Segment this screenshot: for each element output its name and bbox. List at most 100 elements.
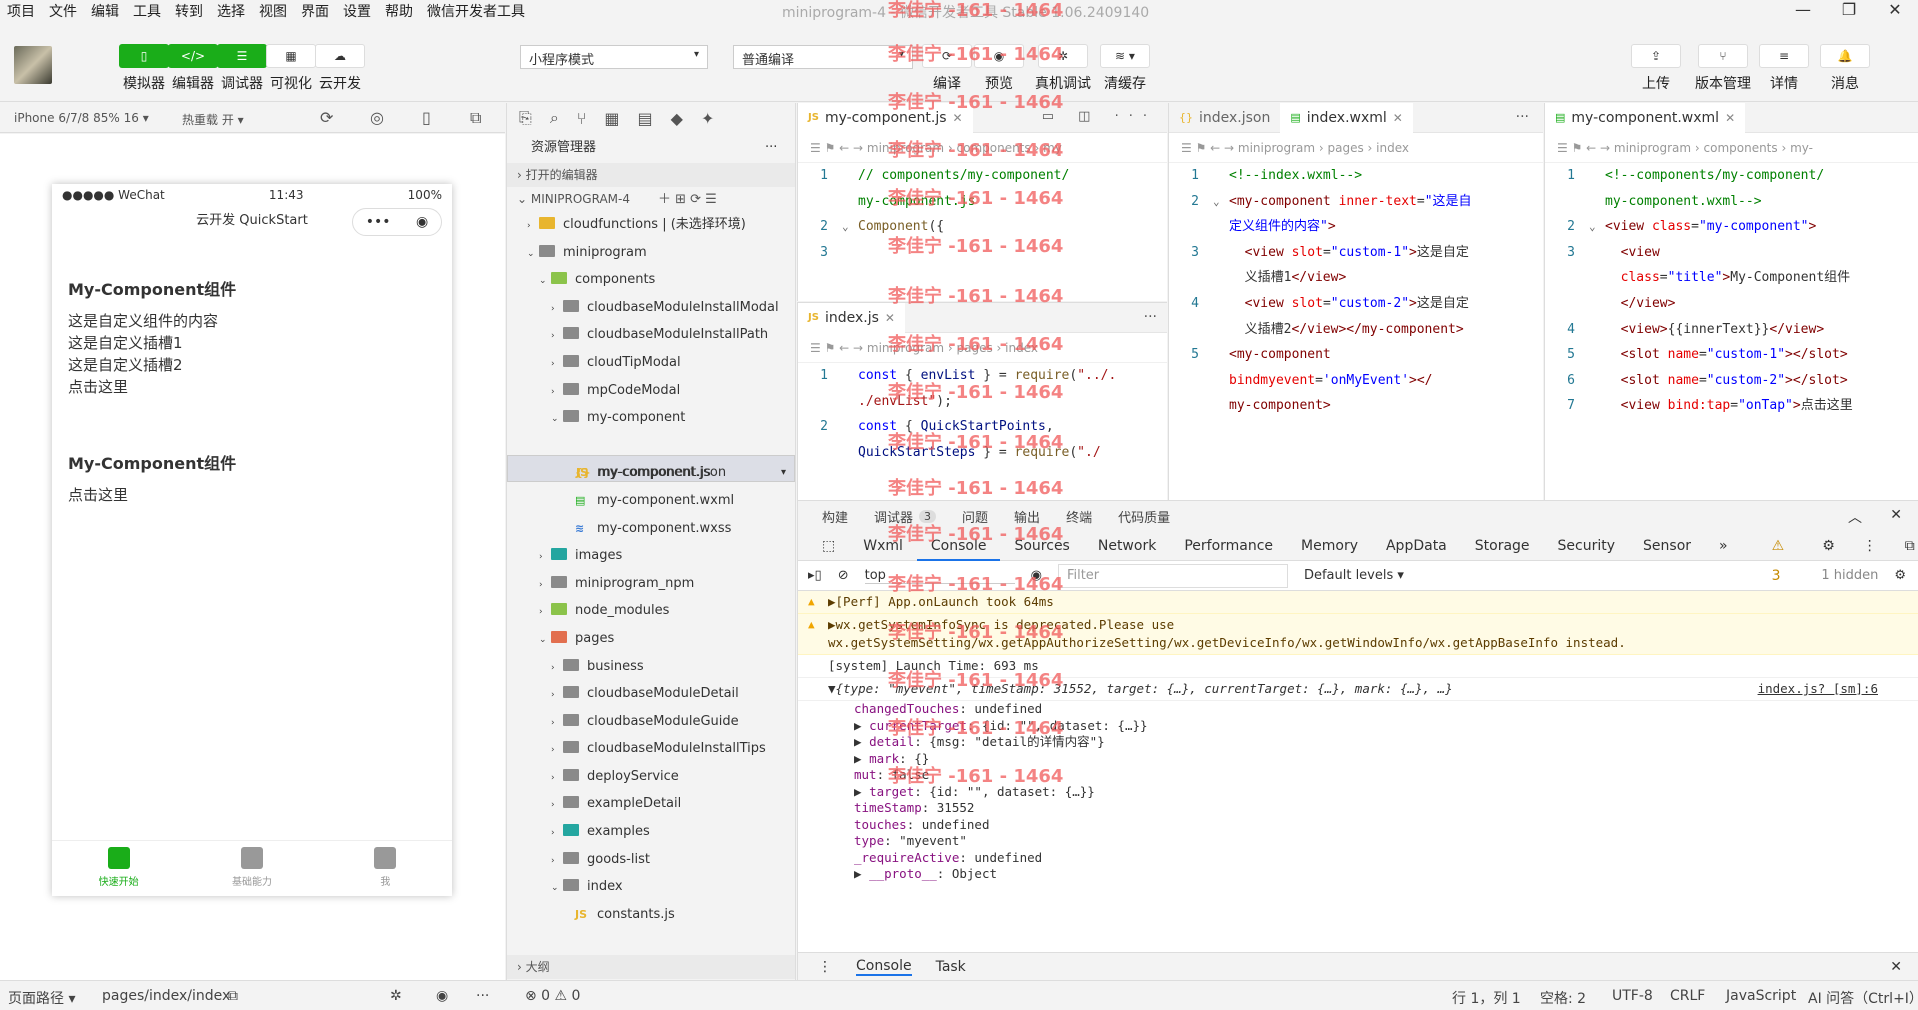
source-link[interactable]: index.js? [sm]:6 bbox=[1758, 680, 1878, 698]
cursor-position[interactable]: 行 1，列 1 bbox=[1452, 988, 1521, 1008]
code-line[interactable]: 3 bbox=[798, 240, 1167, 266]
warning-count[interactable]: ⚠ 3 bbox=[1758, 531, 1799, 584]
code-area[interactable]: 1 <!--components/my-component/my-componen… bbox=[1545, 163, 1918, 419]
tree-item[interactable]: › cloudbaseModuleInstallModal bbox=[507, 294, 795, 322]
code-line[interactable]: 5 <my-component bbox=[1169, 342, 1543, 368]
tree-item[interactable]: › cloudbaseModuleInstallPath bbox=[507, 321, 795, 349]
devtools-tab[interactable]: Console bbox=[916, 531, 1001, 561]
chevron-right-icon[interactable]: › bbox=[551, 710, 563, 737]
chevron-right-icon[interactable]: › bbox=[551, 765, 563, 792]
gear-icon[interactable]: ⚙ bbox=[1808, 531, 1849, 561]
clear-icon[interactable]: ⊘ bbox=[838, 568, 849, 583]
minimize-icon[interactable]: — bbox=[1780, 0, 1826, 19]
filter-input[interactable]: Filter bbox=[1057, 563, 1288, 588]
chevron-right-icon[interactable]: › bbox=[551, 848, 563, 875]
tree-item[interactable]: › deployService bbox=[507, 763, 795, 791]
message-button[interactable]: 🔔 消息 bbox=[1818, 44, 1872, 93]
tab-index-json[interactable]: {} index.json bbox=[1169, 103, 1280, 133]
chevron-down-icon[interactable]: ⌄ bbox=[539, 627, 551, 654]
tree-item[interactable]: ⌄ index bbox=[507, 873, 795, 901]
fold-icon[interactable]: ⌄ bbox=[1589, 214, 1605, 240]
debug-tab[interactable]: 输出 bbox=[1014, 507, 1040, 526]
debug-tab[interactable]: 问题 bbox=[962, 507, 988, 526]
console-object[interactable]: ▼{type: "myevent", timeStamp: 31552, tar… bbox=[798, 678, 1918, 701]
chevron-right-icon[interactable]: › bbox=[539, 599, 551, 626]
remote-debug-button[interactable]: ✲ 真机调试 bbox=[1033, 44, 1093, 93]
menu-item[interactable]: 帮助 bbox=[378, 1, 420, 21]
object-property[interactable]: ▶ detail: {msg: "detail的详情内容"} bbox=[798, 734, 1918, 751]
circle-close-icon[interactable]: ◉ bbox=[416, 207, 428, 237]
devtools-tab[interactable]: Security bbox=[1544, 531, 1630, 561]
object-property[interactable]: ▶ currentTarget: {id: "", dataset: {…}} bbox=[798, 718, 1918, 735]
tree-item[interactable]: › cloudbaseModuleGuide bbox=[507, 708, 795, 736]
code-line[interactable]: 2 ⌄ <my-component inner-text="这是自 bbox=[1169, 189, 1543, 215]
bottom-tab[interactable]: Console bbox=[856, 958, 912, 976]
object-property[interactable]: ▶ target: {id: "", dataset: {…}} bbox=[798, 784, 1918, 801]
sidebar-icon[interactable]: ▸▯ bbox=[808, 568, 822, 583]
detail-button[interactable]: ≡ 详情 bbox=[1757, 44, 1811, 93]
tree-item[interactable]: › cloudfunctions | (未选择环境) bbox=[507, 211, 795, 239]
language-mode[interactable]: JavaScript bbox=[1726, 988, 1796, 1004]
reload-icon[interactable]: ⟳ bbox=[320, 108, 333, 127]
tree-item[interactable]: › cloudbaseModuleDetail bbox=[507, 680, 795, 708]
device-select[interactable]: iPhone 6/7/8 85% 16 ▾ bbox=[14, 111, 149, 125]
search-icon[interactable]: ⌕ bbox=[550, 108, 559, 128]
storage-icon[interactable]: ▤ bbox=[638, 109, 653, 128]
content-line[interactable]: 点击这里 bbox=[68, 376, 436, 398]
chevron-down-icon[interactable]: ⌄ bbox=[527, 241, 539, 268]
stop-icon[interactable]: ◎ bbox=[370, 108, 384, 127]
tree-item[interactable]: ⌄ miniprogram bbox=[507, 239, 795, 267]
docker-icon[interactable]: ◆ bbox=[671, 109, 683, 128]
editor-actions[interactable]: ▭ ◫ ··· bbox=[1042, 109, 1157, 124]
chevron-down-icon[interactable]: ⌄ bbox=[551, 406, 563, 433]
code-line[interactable]: 3 <view bbox=[1545, 240, 1918, 266]
visual-button[interactable]: ▦ 可视化 bbox=[264, 44, 318, 93]
chevron-right-icon[interactable]: › bbox=[551, 792, 563, 819]
more-icon[interactable]: ··· bbox=[1144, 309, 1157, 325]
fold-icon[interactable]: ⌄ bbox=[842, 214, 858, 240]
clear-cache-button[interactable]: ≋ ▾ 清缓存 bbox=[1098, 44, 1152, 93]
code-line[interactable]: 4 <view>{{innerText}}</view> bbox=[1545, 317, 1918, 343]
tree-item[interactable]: ⌄ components bbox=[507, 266, 795, 294]
debug-tab[interactable]: 代码质量 bbox=[1118, 507, 1170, 526]
tree-item[interactable]: ⌄ pages bbox=[507, 625, 795, 653]
tab-item[interactable]: 我 bbox=[319, 841, 452, 896]
close-icon[interactable]: ✕ bbox=[1725, 103, 1735, 133]
chevron-down-icon[interactable]: ⌄ bbox=[539, 268, 551, 295]
chevron-right-icon[interactable]: › bbox=[527, 213, 539, 240]
code-line[interactable]: 7 <view bind:tap="onTap">点击这里 bbox=[1545, 393, 1918, 419]
phone-icon[interactable]: ▯ bbox=[422, 108, 431, 127]
hot-reload-select[interactable]: 热重载 开 ▾ bbox=[182, 111, 244, 128]
devtools-tab[interactable]: Performance bbox=[1170, 531, 1287, 561]
chevron-right-icon[interactable]: › bbox=[539, 544, 551, 571]
code-line[interactable]: 义插槽2</view></my-component> bbox=[1169, 317, 1543, 343]
more-icon[interactable]: ••• bbox=[366, 207, 391, 237]
devtools-tab[interactable]: Sources bbox=[1000, 531, 1083, 561]
chevron-up-icon[interactable]: ︿ bbox=[1848, 507, 1862, 527]
open-editors-section[interactable]: › 打开的编辑器 bbox=[507, 163, 795, 187]
code-line[interactable]: 1 <!--index.wxml--> bbox=[1169, 163, 1543, 189]
menu-item[interactable]: 微信开发者工具 bbox=[420, 1, 532, 21]
more-icon[interactable]: ··· bbox=[1516, 109, 1529, 125]
devtools-tab[interactable]: Storage bbox=[1461, 531, 1544, 561]
tree-item[interactable]: › business bbox=[507, 653, 795, 681]
code-line[interactable]: 2 const { QuickStartPoints, bbox=[798, 414, 1167, 440]
dock-icon[interactable]: ⧉ bbox=[1891, 531, 1918, 561]
indent-setting[interactable]: 空格: 2 bbox=[1540, 988, 1586, 1008]
chevron-right-icon[interactable]: › bbox=[551, 655, 563, 682]
code-area[interactable]: 1 <!--index.wxml--> 2 ⌄ <my-component inner-… bbox=[1169, 163, 1543, 419]
code-line[interactable]: ./envList"); bbox=[798, 389, 1167, 415]
eye-icon[interactable]: ◉ bbox=[436, 988, 448, 1004]
more-icon[interactable]: ··· bbox=[765, 133, 777, 163]
object-summary[interactable]: ▼{type: "myevent", timeStamp: 31552, tar… bbox=[828, 681, 1453, 696]
tree-item[interactable]: › goods-list bbox=[507, 846, 795, 874]
debug-tab[interactable]: 构建 bbox=[822, 507, 848, 526]
devtools-tab[interactable]: Wxml bbox=[849, 531, 917, 561]
tab-my-component-js[interactable]: JS my-component.js ✕ bbox=[798, 103, 973, 133]
kebab-icon[interactable]: ⋮ bbox=[818, 959, 832, 975]
menu-item[interactable]: 界面 bbox=[294, 1, 336, 21]
tree-item[interactable]: › cloudTipModal bbox=[507, 349, 795, 377]
maximize-icon[interactable]: ❐ bbox=[1826, 0, 1872, 19]
object-property[interactable]: ▶ __proto__: Object bbox=[798, 866, 1918, 883]
devtools-tab[interactable]: Sensor bbox=[1629, 531, 1705, 561]
